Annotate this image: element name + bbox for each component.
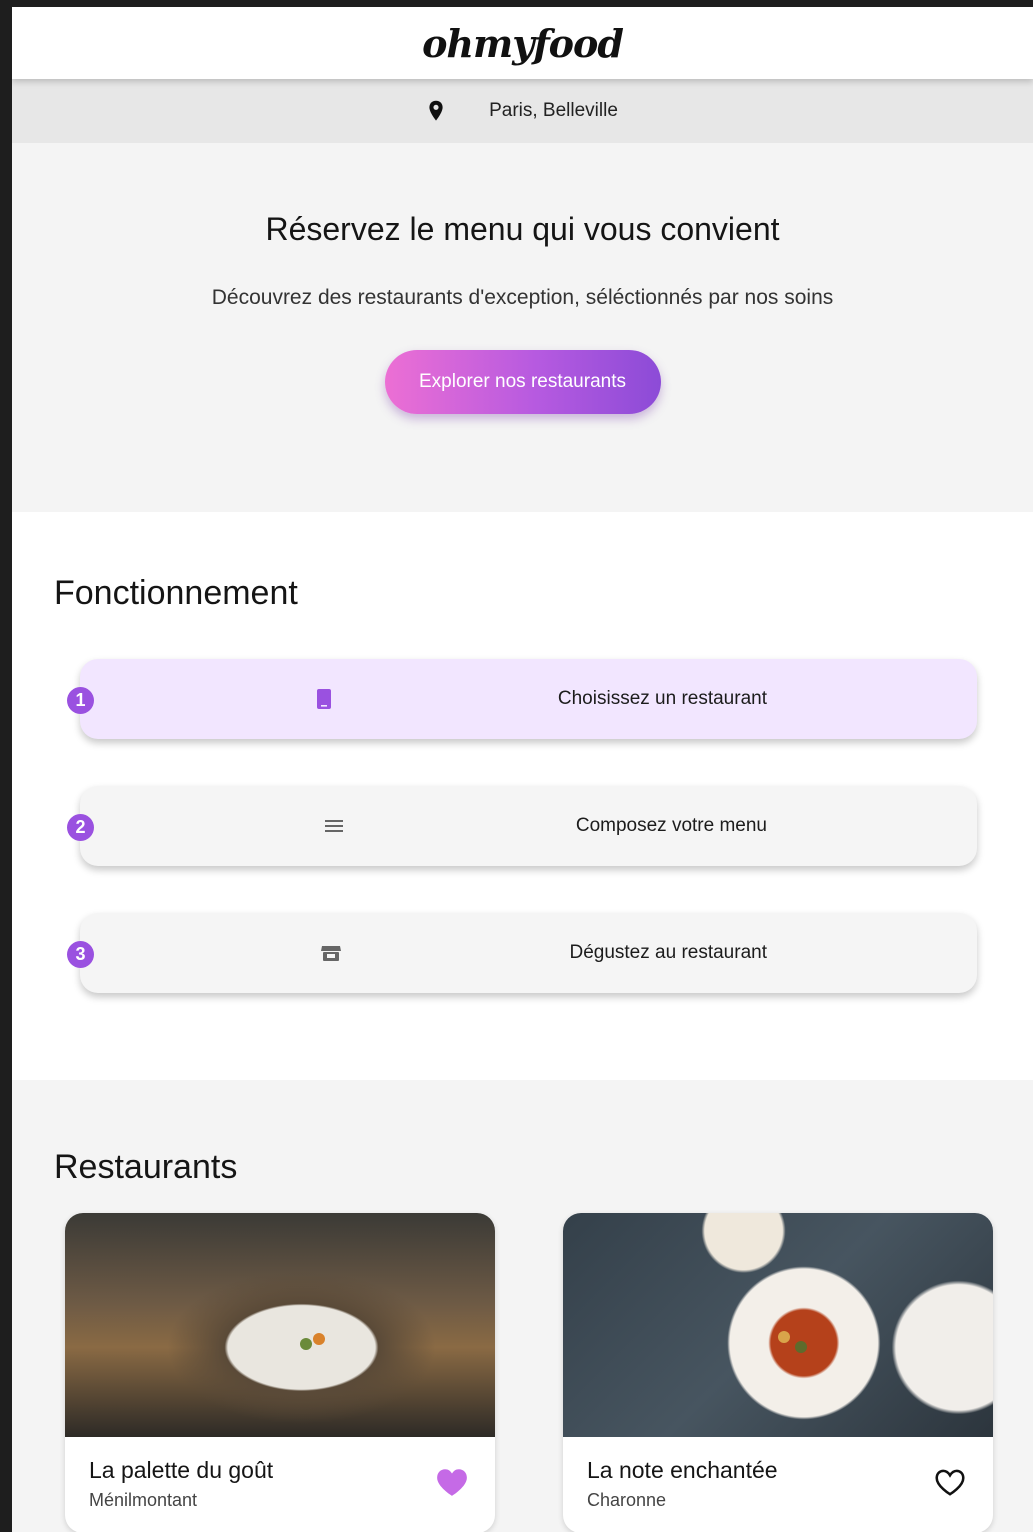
restaurant-cards: La palette du goût Ménilmontant La note … [65,1213,993,1532]
heart-outline-icon[interactable] [933,1467,967,1497]
restaurant-card-body: La note enchantée Charonne [563,1437,993,1531]
step-label: Composez votre menu [575,815,767,836]
food-garnish [795,1341,807,1353]
step-label: Dégustez au restaurant [569,942,767,963]
explore-restaurants-button[interactable]: Explorer nos restaurants [384,350,661,414]
location-bar: Paris, Belleville [12,79,1033,143]
restaurant-area: Charonne [587,1490,667,1510]
restaurant-card[interactable]: La palette du goût Ménilmontant [65,1213,495,1532]
app-frame: ohmyfood Paris, Belleville Réservez le m… [12,7,1033,1532]
how-it-works-section: Fonctionnement 1 Choisissez un restauran… [12,512,1033,1080]
step-card-2[interactable]: 2 Composez votre menu [67,786,977,866]
restaurant-photo [563,1213,993,1437]
location-pin-icon [429,100,443,121]
location-text: Paris, Belleville [489,100,618,121]
restaurant-photo [65,1213,495,1437]
food-garnish [778,1331,790,1343]
step-number-badge: 1 [67,687,94,714]
logo[interactable]: ohmyfood [422,21,624,66]
step-number-badge: 2 [67,814,94,841]
food-garnish [300,1338,312,1350]
restaurant-card[interactable]: La note enchantée Charonne [563,1213,993,1532]
site-header: ohmyfood [12,7,1033,79]
restaurant-name: La palette du goût [89,1457,274,1483]
step-card-3[interactable]: 3 Dégustez au restaurant [67,913,977,993]
restaurant-area: Ménilmontant [89,1490,198,1510]
hero-section: Réservez le menu qui vous convient Décou… [12,143,1033,512]
list-icon [322,814,346,838]
hero-subtitle: Découvrez des restaurants d'exception, s… [211,286,834,309]
steps-list: 1 Choisissez un restaurant 2 Composez vo… [12,659,1033,993]
restaurants-section: Restaurants La palette du goût Ménilmont… [12,1080,1033,1532]
heart-filled-icon[interactable] [435,1467,469,1497]
food-garnish [313,1333,325,1345]
store-icon [319,941,343,965]
section-title-how: Fonctionnement [54,574,298,612]
restaurant-card-body: La palette du goût Ménilmontant [65,1437,495,1531]
step-label: Choisissez un restaurant [557,688,767,709]
mobile-icon [312,687,336,711]
step-number-badge: 3 [67,941,94,968]
step-card-1[interactable]: 1 Choisissez un restaurant [67,659,977,739]
restaurant-name: La note enchantée [587,1457,778,1483]
section-title-restaurants: Restaurants [54,1148,238,1186]
hero-title: Réservez le menu qui vous convient [265,211,780,247]
